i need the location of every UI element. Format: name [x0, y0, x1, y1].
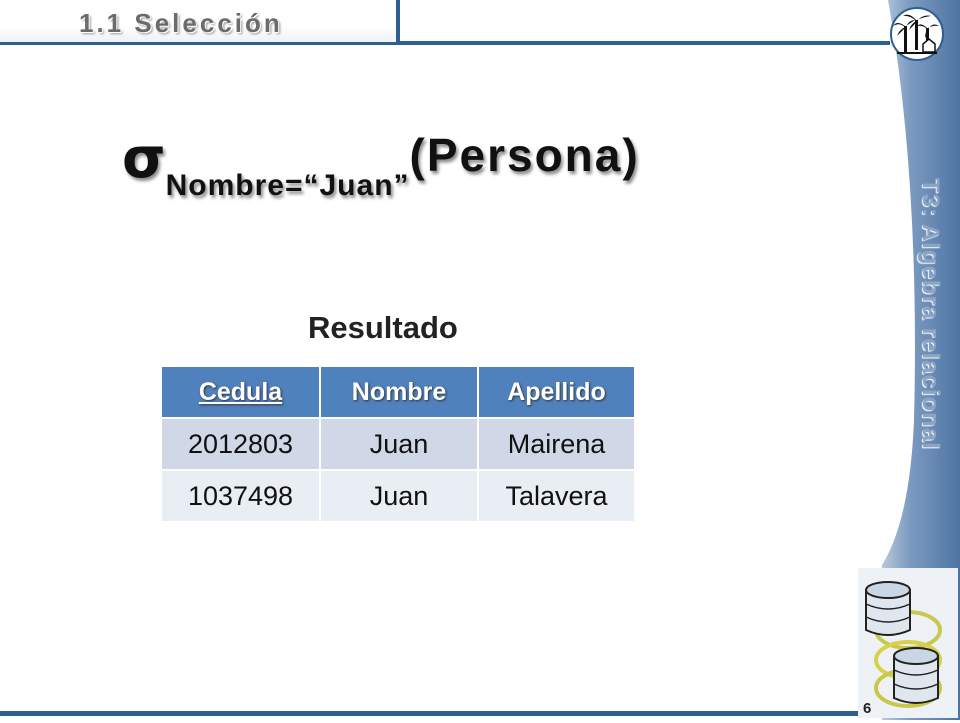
result-table: Cedula Nombre Apellido 2012803 Juan Mair… — [160, 365, 636, 523]
sigma-symbol: σ — [122, 126, 166, 191]
selection-formula: σNombre=“Juan”(Persona) — [122, 126, 640, 202]
database-icon — [858, 568, 958, 718]
selection-condition: Nombre=“Juan” — [165, 169, 410, 202]
table-row: 1037498 Juan Talavera — [160, 469, 636, 523]
result-heading: Resultado — [308, 310, 458, 345]
table-header-row: Cedula Nombre Apellido — [160, 365, 636, 419]
cell-nombre: Juan — [319, 469, 479, 523]
footer-rule — [0, 711, 860, 716]
cell-cedula: 2012803 — [160, 417, 321, 471]
header-nombre: Nombre — [319, 365, 479, 419]
cell-cedula: 1037498 — [160, 469, 321, 523]
header-tab: 1.1 Selección — [0, 0, 400, 44]
cell-nombre: Juan — [319, 417, 479, 471]
cell-apellido: Mairena — [477, 417, 636, 471]
section-side-title: T3: Algebra relacional — [917, 178, 944, 450]
slide-title: 1.1 Selección — [79, 8, 283, 38]
relation-name: (Persona) — [409, 129, 640, 181]
palm-logo-icon — [889, 6, 945, 62]
header-apellido: Apellido — [477, 365, 636, 419]
page-number: 6 — [863, 700, 872, 717]
header-cedula: Cedula — [160, 365, 321, 419]
cell-apellido: Talavera — [477, 469, 636, 523]
table-row: 2012803 Juan Mairena — [160, 417, 636, 471]
